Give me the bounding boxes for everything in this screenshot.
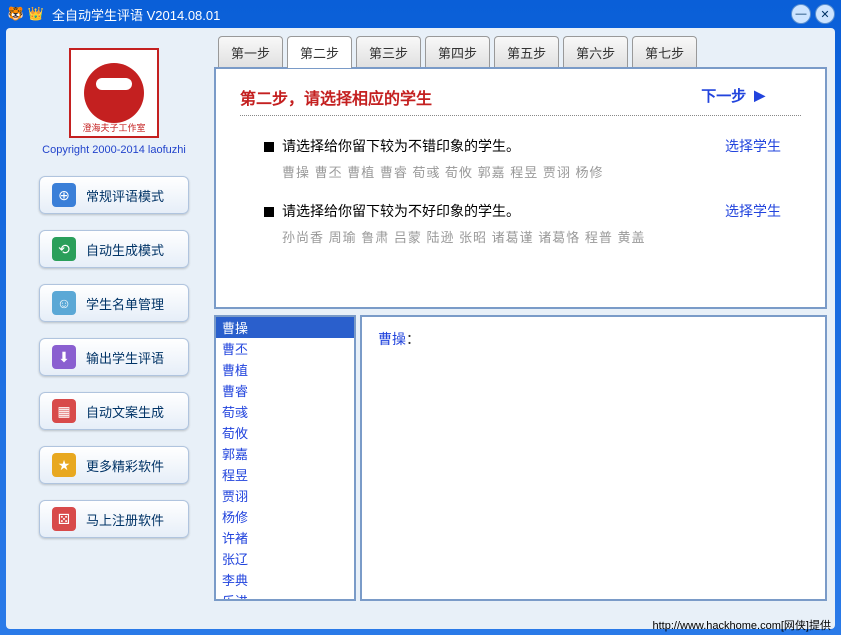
app-icon-1: 🐯 [8,6,24,22]
divider [240,115,801,116]
window-controls: — ✕ [791,4,835,24]
list-item[interactable]: 曹植 [216,359,354,380]
instruction-1: 请选择给你留下较为不好印象的学生。选择学生孙尚香 周瑜 鲁肃 吕蒙 陆逊 张昭 … [240,201,801,246]
step-panel: 第二步，请选择相应的学生 下一步 ▶ 请选择给你留下较为不错印象的学生。选择学生… [214,67,827,309]
list-item[interactable]: 乐进 [216,590,354,601]
nav-button-6[interactable]: ⚄ 马上注册软件 [39,500,189,538]
minimize-button[interactable]: — [791,4,811,24]
nav-icon-5: ★ [52,453,76,477]
next-step-link[interactable]: 下一步 ▶ [701,85,765,106]
tab-3[interactable]: 第四步 [425,36,490,68]
tab-0[interactable]: 第一步 [218,36,283,68]
select-student-link-1[interactable]: 选择学生 [725,201,781,221]
list-item[interactable]: 杨修 [216,506,354,527]
nav-button-3[interactable]: ⬇ 输出学生评语 [39,338,189,376]
list-item[interactable]: 贾诩 [216,485,354,506]
copyright-text: Copyright 2000-2014 laofuzhi [42,144,186,156]
footer-url: http://www.hackhome.com [652,620,780,632]
nav-icon-4: ▦ [52,399,76,423]
nav-button-0[interactable]: ⊕ 常规评语模式 [39,176,189,214]
list-item[interactable]: 郭嘉 [216,443,354,464]
list-item[interactable]: 曹丕 [216,338,354,359]
inner-content: 澄海夫子工作室 Copyright 2000-2014 laofuzhi ⊕ 常规… [6,28,835,629]
nav-label-4: 自动文案生成 [86,402,164,421]
nav-button-1[interactable]: ⟲ 自动生成模式 [39,230,189,268]
detail-student-name: 曹操 [378,331,406,347]
nav-button-5[interactable]: ★ 更多精彩软件 [39,446,189,484]
list-item[interactable]: 荀彧 [216,401,354,422]
arrow-right-icon: ▶ [754,87,765,104]
tab-4[interactable]: 第五步 [494,36,559,68]
student-names-0: 曹操 曹丕 曹植 曹睿 荀彧 荀攸 郭嘉 程昱 贾诩 杨修 [264,162,801,181]
logo-face-icon [84,63,144,123]
nav-icon-1: ⟲ [52,237,76,261]
nav-icon-0: ⊕ [52,183,76,207]
tab-bar: 第一步第二步第三步第四步第五步第六步第七步 [214,36,827,68]
tab-1[interactable]: 第二步 [287,36,352,68]
main-area: 第一步第二步第三步第四步第五步第六步第七步 第二步，请选择相应的学生 下一步 ▶… [214,36,827,621]
titlebar: 🐯 👑 全自动学生评语 V2014.08.01 — ✕ [0,0,841,28]
bottom-panels: 曹操曹丕曹植曹睿荀彧荀攸郭嘉程昱贾诩杨修许褚张辽李典乐进夏侯惇夏侯渊典韦 曹操： [214,315,827,601]
student-detail: 曹操： [360,315,827,601]
tab-6[interactable]: 第七步 [632,36,697,68]
student-listbox[interactable]: 曹操曹丕曹植曹睿荀彧荀攸郭嘉程昱贾诩杨修许褚张辽李典乐进夏侯惇夏侯渊典韦 [214,315,356,601]
detail-colon: ： [406,331,420,347]
window-title: 全自动学生评语 V2014.08.01 [52,5,220,24]
list-item[interactable]: 许褚 [216,527,354,548]
logo-text: 澄海夫子工作室 [82,121,145,134]
sidebar: 澄海夫子工作室 Copyright 2000-2014 laofuzhi ⊕ 常规… [14,36,214,621]
instruction-0: 请选择给你留下较为不错印象的学生。选择学生曹操 曹丕 曹植 曹睿 荀彧 荀攸 郭… [240,136,801,181]
nav-label-3: 输出学生评语 [86,348,164,367]
list-item[interactable]: 曹操 [216,317,354,338]
app-window: 🐯 👑 全自动学生评语 V2014.08.01 — ✕ 澄海夫子工作室 Copy… [0,0,841,635]
nav-button-2[interactable]: ☺ 学生名单管理 [39,284,189,322]
nav-label-2: 学生名单管理 [86,294,164,313]
nav-label-1: 自动生成模式 [86,240,164,259]
nav-icon-2: ☺ [52,291,76,315]
nav-label-0: 常规评语模式 [86,186,164,205]
list-item[interactable]: 张辽 [216,548,354,569]
titlebar-left-icons: 🐯 👑 [8,6,44,22]
bullet-icon [264,207,274,217]
instruction-text-1: 请选择给你留下较为不好印象的学生。 [282,201,725,221]
next-step-label: 下一步 [701,85,746,106]
nav-button-4[interactable]: ▦ 自动文案生成 [39,392,189,430]
student-names-1: 孙尚香 周瑜 鲁肃 吕蒙 陆逊 张昭 诸葛谨 诸葛恪 程普 黄盖 [264,227,801,246]
instruction-text-0: 请选择给你留下较为不错印象的学生。 [282,136,725,156]
nav-icon-6: ⚄ [52,507,76,531]
nav-icon-3: ⬇ [52,345,76,369]
tab-5[interactable]: 第六步 [563,36,628,68]
logo: 澄海夫子工作室 [69,48,159,138]
select-student-link-0[interactable]: 选择学生 [725,136,781,156]
bullet-icon [264,142,274,152]
close-button[interactable]: ✕ [815,4,835,24]
app-icon-2: 👑 [28,6,44,22]
list-item[interactable]: 荀攸 [216,422,354,443]
nav-label-6: 马上注册软件 [86,510,164,529]
nav-label-5: 更多精彩软件 [86,456,164,475]
list-item[interactable]: 曹睿 [216,380,354,401]
footer-suffix: [网侠]提供 [781,620,831,632]
list-item[interactable]: 程昱 [216,464,354,485]
tab-2[interactable]: 第三步 [356,36,421,68]
list-item[interactable]: 李典 [216,569,354,590]
footer: http://www.hackhome.com[网侠]提供 [652,617,831,633]
